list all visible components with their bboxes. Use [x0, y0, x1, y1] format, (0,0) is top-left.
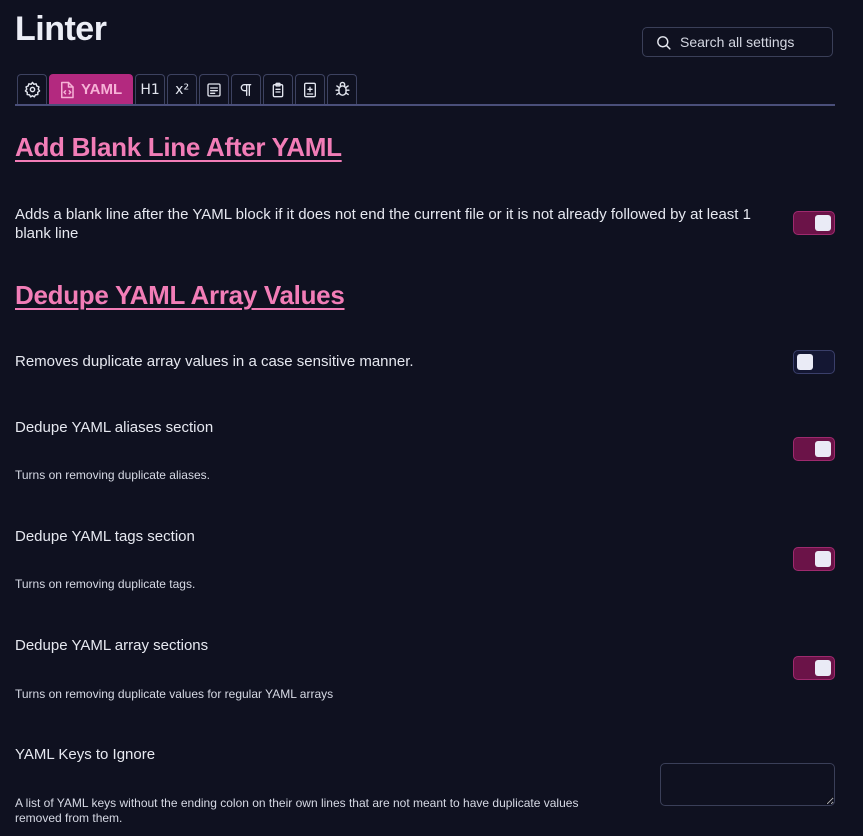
- toggle-knob: [815, 551, 831, 567]
- bug-icon: [335, 81, 350, 96]
- tabs-divider: [15, 104, 835, 106]
- ignore-keys-desc-line2: removed from them.: [15, 811, 123, 825]
- gear-icon: [24, 81, 40, 98]
- toggle-knob: [815, 215, 831, 231]
- tab-paste[interactable]: [263, 74, 294, 104]
- tab-general[interactable]: [17, 74, 47, 104]
- page-title: Linter: [15, 10, 107, 48]
- tab-debug[interactable]: [327, 74, 358, 104]
- tab-content[interactable]: [199, 74, 230, 104]
- dedupe-toggle[interactable]: [793, 350, 835, 374]
- search-icon: [657, 35, 671, 50]
- tab-heading-label: H1: [140, 81, 160, 98]
- blank-line-toggle[interactable]: [793, 211, 835, 235]
- tab-spacing[interactable]: [231, 74, 262, 104]
- blank-line-description: Adds a blank line after the YAML block i…: [15, 206, 751, 242]
- section-heading-dedupe: Dedupe YAML Array Values: [15, 280, 345, 310]
- search-box[interactable]: [642, 27, 833, 57]
- dedupe-arrays-name: Dedupe YAML array sections: [15, 637, 209, 654]
- add-file-icon: [304, 82, 317, 97]
- dedupe-tags-desc: Turns on removing duplicate tags.: [15, 577, 196, 591]
- dedupe-aliases-name: Dedupe YAML aliases section: [15, 419, 214, 436]
- tab-footnote[interactable]: x²: [167, 74, 198, 104]
- toggle-knob: [815, 441, 831, 457]
- file-code-icon: [61, 81, 74, 98]
- toggle-knob: [815, 660, 831, 676]
- tab-footnote-label: x²: [175, 81, 190, 98]
- search-input[interactable]: [680, 34, 820, 50]
- tab-yaml[interactable]: YAML: [49, 74, 134, 104]
- tab-custom[interactable]: [295, 74, 326, 104]
- dedupe-tags-toggle[interactable]: [793, 547, 835, 571]
- toggle-knob: [797, 354, 813, 370]
- tab-yaml-label: YAML: [81, 81, 123, 98]
- dedupe-tags-name: Dedupe YAML tags section: [15, 528, 195, 545]
- section-heading-blank-line: Add Blank Line After YAML: [15, 132, 342, 162]
- tab-bar: YAML H1 x²: [17, 74, 359, 104]
- text-lines-icon: [207, 82, 221, 97]
- tab-heading[interactable]: H1: [135, 74, 166, 104]
- clipboard-icon: [272, 82, 284, 97]
- ignore-keys-name: YAML Keys to Ignore: [15, 746, 156, 763]
- dedupe-aliases-desc: Turns on removing duplicate aliases.: [15, 468, 210, 482]
- dedupe-aliases-toggle[interactable]: [793, 437, 835, 461]
- dedupe-description: Removes duplicate array values in a case…: [15, 353, 414, 370]
- ignore-keys-textarea[interactable]: [660, 763, 835, 806]
- dedupe-arrays-desc: Turns on removing duplicate values for r…: [15, 687, 334, 701]
- pilcrow-icon: [240, 83, 252, 96]
- dedupe-arrays-toggle[interactable]: [793, 656, 835, 680]
- ignore-keys-desc-line1: A list of YAML keys without the ending c…: [15, 796, 579, 810]
